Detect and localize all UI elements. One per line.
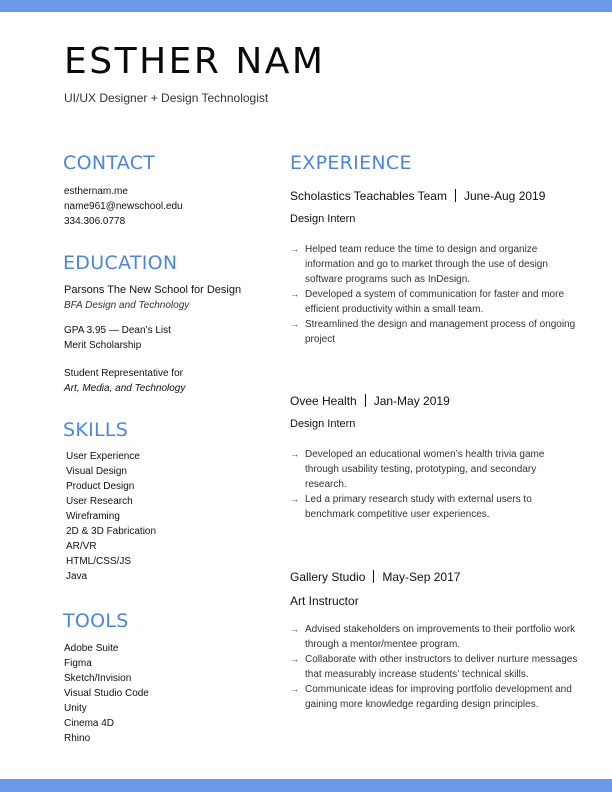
job-bullets-3: → Advised stakeholders on improvements to…	[290, 622, 580, 712]
education-gpa: GPA 3.95 — Dean’s List	[64, 325, 171, 336]
list-item: 2D & 3D Fabrication	[66, 526, 157, 537]
job-title-3: Gallery Studio May-Sep 2017	[290, 569, 460, 585]
education-rep-line1: Student Representative for	[64, 368, 183, 379]
list-item: Cinema 4D	[64, 718, 115, 729]
list-item: AR/VR	[66, 541, 97, 552]
list-item: Wireframing	[66, 511, 120, 522]
list-item: User Research	[66, 496, 133, 507]
arrow-right-icon: →	[290, 654, 299, 664]
list-item: Java	[66, 571, 88, 582]
list-item: → Streamlined the design and management p…	[290, 319, 576, 345]
list-item: Visual Studio Code	[64, 688, 149, 699]
education-scholarship: Merit Scholarship	[64, 340, 142, 351]
list-item: → Developed a system of communication for…	[290, 289, 565, 315]
separator	[364, 394, 366, 407]
list-item: → Communicate ideas for improving portfol…	[290, 684, 572, 710]
contact-website[interactable]: esthernam.me	[64, 184, 128, 199]
skills-list: User Experience Visual Design Product De…	[66, 449, 156, 584]
job-title-2: Ovee Health Jan-May 2019	[290, 393, 450, 409]
job-role: Design Intern	[290, 418, 356, 430]
education-school: Parsons The New School for Design	[64, 284, 242, 296]
list-item: → Helped team reduce the time to design a…	[290, 244, 548, 285]
tools-heading: TOOLS	[63, 610, 129, 632]
arrow-right-icon: →	[290, 684, 299, 694]
list-item: → Collaborate with other instructors to d…	[290, 654, 578, 680]
skills-heading: SKILLS	[63, 419, 129, 441]
job-dates: May-Sep 2017	[382, 570, 461, 584]
bottom-accent-bar	[0, 779, 612, 792]
list-item: Rhino	[64, 733, 91, 744]
arrow-right-icon: →	[290, 319, 299, 329]
contact-email[interactable]: name961@newschool.edu	[64, 199, 183, 214]
arrow-right-icon: →	[290, 244, 299, 254]
contact-phone: 334.306.0778	[64, 216, 126, 227]
candidate-name: ESTHER NAM	[64, 41, 326, 82]
tagline: UI/UX Designer + Design Technologist	[64, 91, 269, 105]
job-role: Art Instructor	[290, 594, 359, 608]
job-bullets-1: → Helped team reduce the time to design a…	[290, 242, 580, 347]
list-item: → Developed an educational women’s health…	[290, 449, 545, 490]
job-dates: Jan-May 2019	[373, 394, 450, 408]
arrow-right-icon: →	[290, 494, 299, 504]
arrow-right-icon: →	[290, 624, 299, 634]
arrow-right-icon: →	[290, 289, 299, 299]
list-item: Unity	[64, 703, 87, 714]
education-heading: EDUCATION	[63, 252, 178, 274]
list-item: → Led a primary research study with exter…	[290, 494, 532, 520]
job-company: Gallery Studio	[290, 570, 366, 584]
list-item: Product Design	[66, 481, 135, 492]
experience-heading: EXPERIENCE	[290, 152, 412, 174]
list-item: Adobe Suite	[64, 643, 119, 654]
job-bullets-2: → Developed an educational women’s health…	[290, 447, 580, 522]
separator	[373, 570, 375, 583]
separator	[454, 189, 456, 202]
top-accent-bar	[0, 0, 612, 12]
contact-heading: CONTACT	[63, 152, 156, 174]
job-title-1: Scholastics Teachables Team June-Aug 2019	[290, 188, 545, 204]
list-item: Sketch/Invision	[64, 673, 132, 684]
job-dates: June-Aug 2019	[463, 189, 546, 203]
job-company: Ovee Health	[290, 394, 357, 408]
list-item: Figma	[64, 658, 92, 669]
job-role: Design Intern	[290, 213, 356, 225]
arrow-right-icon: →	[290, 449, 299, 459]
list-item: Visual Design	[66, 466, 127, 477]
list-item: User Experience	[66, 451, 140, 462]
education-rep-line2: Art, Media, and Technology	[64, 383, 186, 394]
job-company: Scholastics Teachables Team	[290, 189, 447, 203]
list-item: HTML/CSS/JS	[66, 556, 132, 567]
education-degree: BFA Design and Technology	[64, 300, 190, 311]
list-item: → Advised stakeholders on improvements to…	[290, 624, 576, 650]
tools-list: Adobe Suite Figma Sketch/Invision Visual…	[64, 641, 149, 746]
